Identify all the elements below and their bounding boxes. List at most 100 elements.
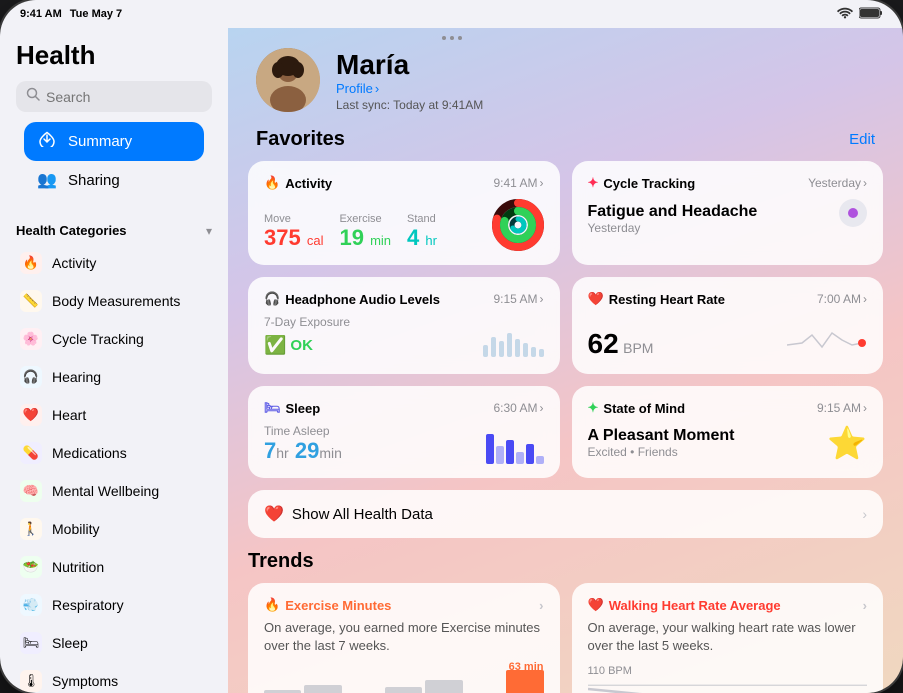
sleep-card[interactable]: 🛏 Sleep 6:30 AM › Time Asleep [248, 386, 560, 478]
exercise-trend-card[interactable]: 🔥 Exercise Minutes › On average, you ear… [248, 583, 560, 693]
exercise-trend-chart: 63 min [264, 665, 544, 693]
category-heart[interactable]: ❤️ Heart [8, 396, 220, 434]
health-categories-header[interactable]: Health Categories ▾ [0, 215, 228, 244]
cycle-tracking-card[interactable]: ✦ Cycle Tracking Yesterday › Fatigue and… [572, 161, 884, 265]
search-input[interactable] [46, 89, 227, 105]
sleep-card-time: 6:30 AM › [493, 401, 543, 415]
activity-card-title: 🔥 Activity [264, 175, 332, 191]
favorites-header: Favorites Edit [228, 128, 903, 161]
favorites-grid: 🔥 Activity 9:41 AM › Move [228, 161, 903, 490]
heart-rate-card-time: 7:00 AM › [817, 292, 867, 306]
trends-title: Trends [248, 550, 883, 573]
mobility-icon: 🚶 [20, 518, 42, 540]
exercise-trend-title: 🔥 Exercise Minutes › [264, 597, 544, 613]
status-time: 9:41 AM [20, 8, 62, 20]
sleep-icon: 🛏 [20, 632, 42, 654]
trends-grid: 🔥 Exercise Minutes › On average, you ear… [248, 583, 883, 693]
activity-card-time: 9:41 AM › [493, 176, 543, 190]
activity-metrics: Move 375 cal Exercise 19 min [264, 199, 544, 251]
headphone-card[interactable]: 🎧 Headphone Audio Levels 9:15 AM › 7-Day… [248, 277, 560, 374]
heart-rate-card-title: ❤️ Resting Heart Rate [588, 291, 726, 307]
app-title: Health [16, 40, 212, 71]
audio-bars [483, 333, 544, 357]
cycle-card-title: ✦ Cycle Tracking [588, 175, 696, 191]
show-all-chevron-icon: › [862, 506, 867, 522]
category-respiratory[interactable]: 💨 Respiratory [8, 586, 220, 624]
body-icon: 📏 [20, 290, 42, 312]
exercise-bars [264, 665, 544, 693]
categories-chevron-icon: ▾ [206, 224, 212, 238]
cycle-content: Fatigue and Headache Yesterday [588, 203, 758, 235]
activity-card[interactable]: 🔥 Activity 9:41 AM › Move [248, 161, 560, 265]
category-cycle-tracking[interactable]: 🌸 Cycle Tracking [8, 320, 220, 358]
category-activity[interactable]: 🔥 Activity [8, 244, 220, 282]
category-list: 🔥 Activity 📏 Body Measurements 🌸 Cycle T… [0, 244, 228, 693]
category-nutrition[interactable]: 🥗 Nutrition [8, 548, 220, 586]
stand-value: 4 hr [407, 225, 437, 251]
checkmark-icon: ✅ [264, 335, 286, 356]
cycle-card-icon: ✦ [588, 175, 599, 191]
sharing-icon: 👥 [36, 170, 58, 190]
walking-hr-trend-card[interactable]: ❤️ Walking Heart Rate Average › On avera… [572, 583, 884, 693]
state-of-mind-card[interactable]: ✦ State of Mind 9:15 AM › A Pleasant Mom… [572, 386, 884, 478]
status-date: Tue May 7 [70, 8, 122, 20]
star-icon: ⭐ [827, 424, 867, 462]
category-mental-wellbeing[interactable]: 🧠 Mental Wellbeing [8, 472, 220, 510]
exercise-trend-chevron-icon: › [539, 598, 543, 613]
ok-badge: ✅ OK [264, 335, 313, 356]
category-symptoms[interactable]: 🌡 Symptoms [8, 662, 220, 693]
sleep-chevron-icon: › [540, 401, 544, 415]
nutrition-icon: 🥗 [20, 556, 42, 578]
nav-sharing[interactable]: 👥 Sharing [24, 161, 204, 199]
state-icon: ✦ [588, 400, 599, 416]
profile-info: María Profile › Last sync: Today at 9:41… [336, 49, 483, 112]
category-hearing[interactable]: 🎧 Hearing [8, 358, 220, 396]
favorites-title: Favorites [256, 128, 345, 151]
resting-heart-rate-card[interactable]: ❤️ Resting Heart Rate 7:00 AM › 62 [572, 277, 884, 374]
sidebar: Health 🎤 Summa [0, 28, 228, 693]
health-categories-title: Health Categories [16, 223, 127, 238]
heart-rate-metrics: 62 BPM [588, 315, 868, 360]
profile-sync: Last sync: Today at 9:41AM [336, 98, 483, 112]
headphone-card-title: 🎧 Headphone Audio Levels [264, 291, 440, 307]
cycle-card-time: Yesterday › [808, 176, 867, 190]
activity-ring [492, 199, 544, 251]
state-card-title: ✦ State of Mind [588, 400, 686, 416]
profile-link[interactable]: Profile › [336, 81, 483, 96]
walking-hr-trend-title: ❤️ Walking Heart Rate Average › [588, 597, 868, 613]
activity-chevron-icon: › [540, 176, 544, 190]
walking-hr-line [588, 679, 868, 693]
medications-icon: 💊 [20, 442, 42, 464]
summary-icon [36, 131, 58, 152]
search-bar[interactable]: 🎤 [16, 81, 212, 112]
exercise-trend-icon: 🔥 [264, 597, 280, 613]
nav-summary-label: Summary [68, 133, 132, 150]
category-mobility[interactable]: 🚶 Mobility [8, 510, 220, 548]
heart-show-all-icon: ❤️ [264, 504, 284, 524]
activity-card-icon: 🔥 [264, 175, 280, 191]
category-sleep[interactable]: 🛏 Sleep [8, 624, 220, 662]
nav-summary[interactable]: Summary [24, 122, 204, 161]
heart-rate-chevron-icon: › [863, 292, 867, 306]
nav-sharing-label: Sharing [68, 172, 120, 189]
profile-header: María Profile › Last sync: Today at 9:41… [228, 28, 903, 128]
show-all-button[interactable]: ❤️ Show All Health Data › [248, 490, 883, 538]
category-medications[interactable]: 💊 Medications [8, 434, 220, 472]
hr-value: 62 [588, 328, 619, 359]
activity-icon: 🔥 [20, 252, 42, 274]
state-chevron-icon: › [863, 401, 867, 415]
edit-button[interactable]: Edit [849, 131, 875, 148]
walking-hr-chart: 110 BPM [588, 665, 868, 693]
exercise-value: 19 min [339, 225, 391, 251]
move-value: 375 cal [264, 225, 323, 251]
sleep-chart [486, 434, 544, 464]
main-panel: María Profile › Last sync: Today at 9:41… [228, 28, 903, 693]
avatar[interactable] [256, 48, 320, 112]
headphone-chevron-icon: › [540, 292, 544, 306]
heart-rate-chart [787, 315, 867, 360]
battery-icon [859, 7, 883, 22]
sleep-card-icon: 🛏 [264, 400, 281, 416]
device-frame: 9:41 AM Tue May 7 Health [0, 0, 903, 693]
category-body-measurements[interactable]: 📏 Body Measurements [8, 282, 220, 320]
trends-section: Trends 🔥 Exercise Minutes › On average, … [228, 550, 903, 693]
